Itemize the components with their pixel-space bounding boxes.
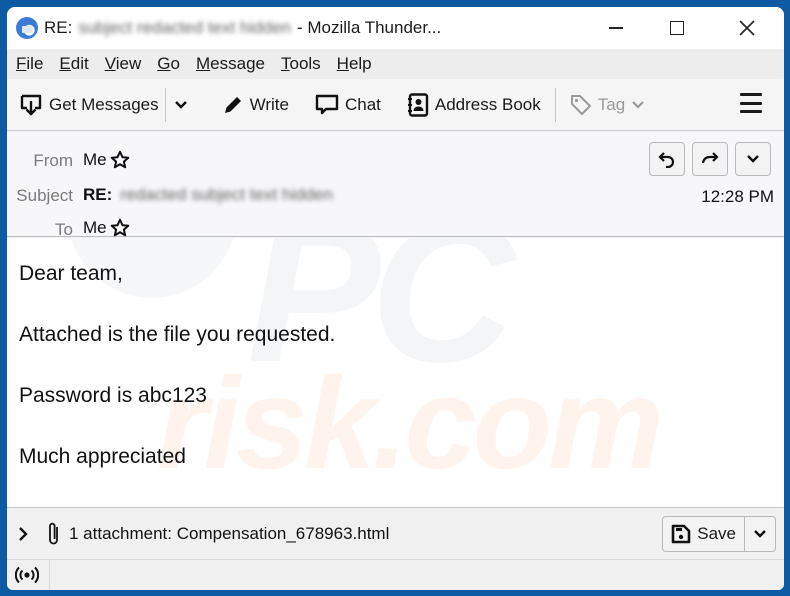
menu-file-label: ile bbox=[26, 54, 44, 73]
status-bar bbox=[7, 559, 784, 590]
to-value[interactable]: Me bbox=[83, 218, 130, 238]
write-button[interactable]: Write bbox=[216, 87, 295, 123]
maximize-icon bbox=[670, 21, 684, 35]
message-time: 12:28 PM bbox=[701, 187, 774, 206]
address-book-label: Address Book bbox=[434, 94, 541, 114]
save-dropdown-button[interactable] bbox=[745, 517, 775, 551]
title-prefix: RE: bbox=[44, 18, 73, 37]
get-messages-button[interactable]: Get Messages bbox=[13, 87, 165, 123]
subject-prefix: RE: bbox=[83, 185, 113, 204]
forward-button[interactable] bbox=[692, 142, 728, 176]
chevron-down-icon bbox=[754, 530, 766, 538]
menu-tools-label: ools bbox=[289, 54, 321, 73]
menu-file-accel: F bbox=[16, 54, 27, 73]
pencil-icon bbox=[224, 96, 241, 113]
get-messages-label: Get Messages bbox=[49, 94, 159, 114]
tag-label: Tag bbox=[597, 94, 626, 114]
reply-button[interactable] bbox=[649, 142, 685, 176]
hamburger-icon-line bbox=[740, 93, 762, 96]
maximize-button[interactable] bbox=[647, 7, 707, 49]
body-paragraph: Attached is the file you requested. bbox=[19, 323, 336, 346]
body-paragraph: Much appreciated bbox=[19, 445, 186, 468]
menu-view-label: iew bbox=[115, 54, 142, 73]
app-menu-button[interactable] bbox=[740, 93, 762, 113]
to-label: To bbox=[55, 220, 73, 239]
message-body: PC risk.com Dear team, Attached is the f… bbox=[7, 238, 784, 507]
status-separator bbox=[49, 560, 50, 590]
forward-arrow-icon bbox=[701, 152, 719, 164]
from-label: From bbox=[33, 151, 73, 170]
online-status-icon[interactable] bbox=[15, 566, 39, 584]
reply-arrow-icon bbox=[658, 152, 675, 168]
menu-message-label: essage bbox=[210, 54, 265, 73]
menu-help-accel: H bbox=[336, 54, 349, 73]
tag-button[interactable]: Tag bbox=[564, 87, 651, 123]
menu-edit[interactable]: Edit bbox=[59, 54, 88, 74]
subject-label: Subject bbox=[16, 186, 73, 205]
thunderbird-window: RE: subject redacted text hidden - Mozil… bbox=[7, 7, 784, 590]
download-inbox-icon bbox=[20, 94, 42, 116]
menu-bar: File Edit View Go Message Tools Help bbox=[7, 49, 784, 79]
menu-view[interactable]: View bbox=[105, 54, 142, 74]
body-paragraph: Dear team, bbox=[19, 262, 123, 285]
menu-edit-accel: E bbox=[59, 54, 71, 73]
message-header: From Me Subject RE: redacted subject tex… bbox=[7, 132, 784, 239]
hamburger-icon-line bbox=[740, 110, 762, 113]
menu-file[interactable]: File bbox=[16, 54, 43, 74]
attachment-summary[interactable]: 1 attachment: Compensation_678963.html bbox=[69, 524, 389, 544]
minimize-button[interactable] bbox=[586, 7, 646, 49]
menu-go[interactable]: Go bbox=[157, 54, 180, 74]
more-actions-button[interactable] bbox=[735, 142, 771, 176]
write-label: Write bbox=[249, 94, 289, 114]
from-name[interactable]: Me bbox=[83, 150, 107, 170]
title-redacted: subject redacted text hidden bbox=[78, 18, 291, 37]
menu-help-label: elp bbox=[348, 54, 372, 73]
floppy-disk-icon bbox=[671, 524, 691, 544]
get-messages-dropdown[interactable] bbox=[166, 87, 202, 123]
tag-icon bbox=[570, 94, 591, 115]
from-value[interactable]: Me bbox=[83, 150, 130, 170]
menu-edit-label: dit bbox=[70, 54, 89, 73]
main-toolbar: Get Messages Write Chat Address Book Tag bbox=[7, 79, 784, 131]
hamburger-icon-line bbox=[740, 101, 762, 105]
chevron-down-icon bbox=[174, 100, 187, 109]
address-book-button[interactable]: Address Book bbox=[401, 87, 547, 123]
close-icon bbox=[739, 20, 755, 36]
menu-view-accel: V bbox=[104, 54, 116, 73]
attachment-bar: 1 attachment: Compensation_678963.html S… bbox=[7, 507, 784, 559]
watermark-bottom: risk.com bbox=[157, 350, 664, 496]
star-icon[interactable] bbox=[110, 218, 130, 238]
menu-tools[interactable]: Tools bbox=[281, 54, 321, 74]
chat-button[interactable]: Chat bbox=[309, 87, 387, 123]
subject-redacted: redacted subject text hidden bbox=[120, 185, 333, 204]
subject-value: RE: redacted subject text hidden bbox=[83, 185, 333, 205]
minimize-icon bbox=[609, 27, 623, 29]
paperclip-icon bbox=[49, 522, 58, 544]
menu-go-label: o bbox=[170, 54, 180, 73]
star-icon[interactable] bbox=[110, 150, 130, 170]
save-attachment-button[interactable]: Save bbox=[663, 517, 745, 551]
menu-help[interactable]: Help bbox=[337, 54, 372, 74]
title-suffix: - Mozilla Thunder... bbox=[297, 18, 442, 37]
title-bar: RE: subject redacted text hidden - Mozil… bbox=[7, 7, 784, 49]
toolbar-separator bbox=[554, 87, 556, 122]
close-button[interactable] bbox=[717, 7, 777, 49]
menu-message[interactable]: Message bbox=[196, 54, 265, 74]
address-book-icon bbox=[407, 92, 429, 117]
chevron-down-icon bbox=[747, 155, 759, 163]
thunderbird-logo-icon bbox=[16, 17, 38, 39]
body-paragraph: Password is abc123 bbox=[19, 384, 207, 407]
menu-message-accel: M bbox=[195, 54, 211, 73]
expand-chevron-icon[interactable] bbox=[17, 526, 29, 542]
chat-label: Chat bbox=[344, 94, 381, 114]
window-title: RE: subject redacted text hidden - Mozil… bbox=[44, 18, 441, 38]
save-label: Save bbox=[697, 524, 736, 543]
chevron-down-icon bbox=[632, 100, 644, 109]
menu-go-accel: G bbox=[157, 54, 171, 73]
chat-bubble-icon bbox=[315, 94, 339, 114]
save-button-group: Save bbox=[662, 516, 776, 552]
to-name[interactable]: Me bbox=[83, 218, 107, 238]
